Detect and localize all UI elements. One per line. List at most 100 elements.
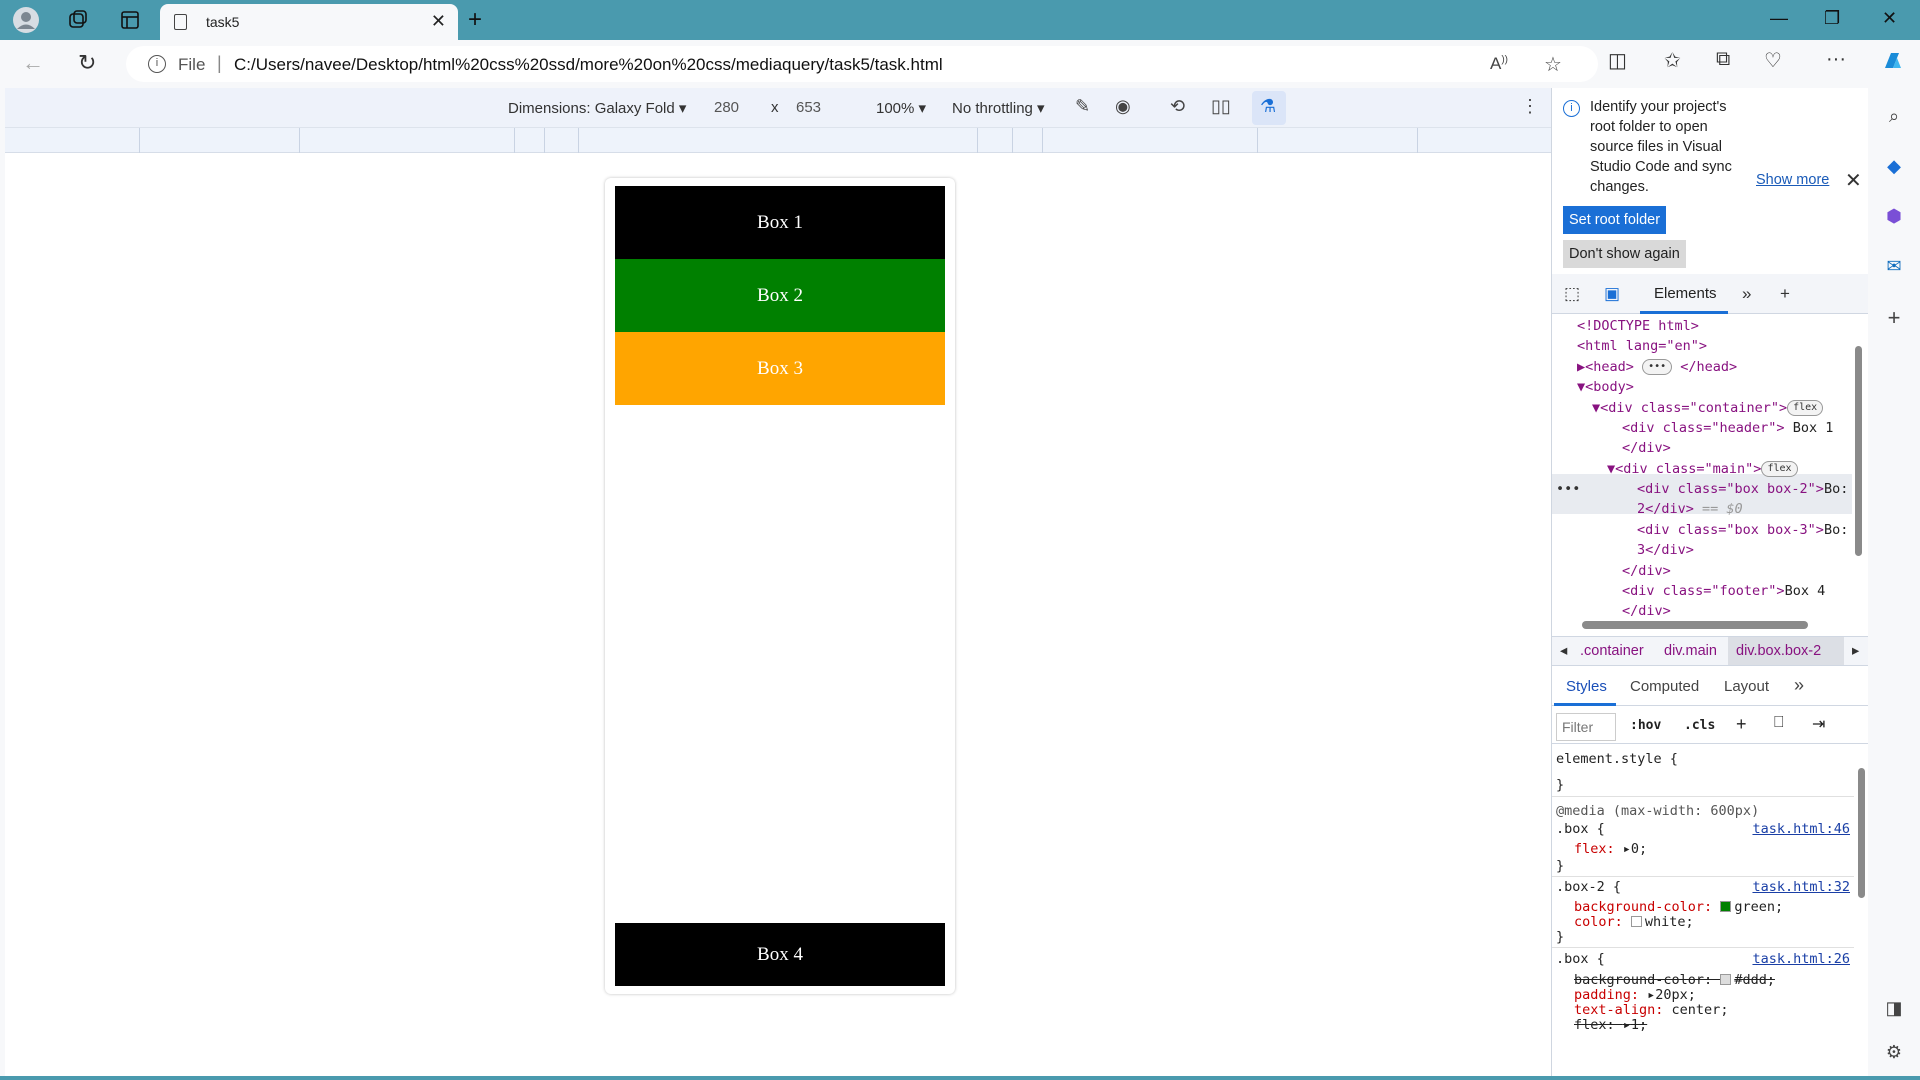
m365-icon[interactable]: ⬢: [1882, 204, 1906, 228]
throttling-dropdown[interactable]: No throttling ▾: [952, 99, 1045, 117]
color-swatch[interactable]: [1720, 901, 1732, 912]
rule-selector[interactable]: .box {: [1556, 950, 1605, 968]
copilot-icon[interactable]: [1880, 48, 1906, 80]
tab-close-icon[interactable]: ✕: [431, 11, 446, 32]
more-panes-icon[interactable]: »: [1794, 675, 1804, 696]
toggle-sidebar-icon[interactable]: ⇥: [1812, 714, 1825, 734]
refresh-icon[interactable]: ↻: [78, 50, 96, 76]
dom-line[interactable]: <html lang="en">: [1577, 336, 1707, 356]
split-screen-icon[interactable]: ◫: [1608, 48, 1627, 73]
browser-essentials-icon[interactable]: ♡: [1764, 48, 1782, 73]
dom-line-selected[interactable]: 2</div> == $0: [1637, 499, 1743, 519]
rotate-icon[interactable]: ⟲: [1170, 96, 1185, 117]
browser-tab[interactable]: task5 ✕: [160, 4, 458, 40]
paint-icon[interactable]: ⎕: [1774, 714, 1784, 732]
source-link[interactable]: task.html:46: [1752, 820, 1850, 838]
info-icon[interactable]: i: [148, 55, 166, 73]
dont-show-again-button[interactable]: Don't show again: [1563, 240, 1686, 268]
settings-gear-icon[interactable]: ⚙: [1882, 1040, 1906, 1064]
favorites-icon[interactable]: ✩: [1664, 48, 1681, 73]
read-aloud-icon[interactable]: A)): [1490, 54, 1508, 74]
dom-line-selected[interactable]: <div class="box box-2">Bo:: [1637, 479, 1848, 499]
dom-line[interactable]: </div>: [1622, 438, 1671, 458]
dom-scrollbar-vertical[interactable]: [1853, 316, 1863, 608]
back-icon[interactable]: ←: [22, 50, 44, 76]
width-input[interactable]: 280: [714, 99, 739, 116]
height-input[interactable]: 653: [796, 99, 821, 116]
style-declaration[interactable]: flex: ▸1;: [1574, 1016, 1647, 1034]
new-rule-icon[interactable]: +: [1736, 714, 1747, 735]
omnibox[interactable]: i File | C:/Users/navee/Desktop/html%20c…: [126, 46, 1598, 82]
tab-layout[interactable]: Layout: [1724, 678, 1769, 695]
url-text[interactable]: C:/Users/navee/Desktop/html%20css%20ssd/…: [234, 55, 943, 75]
vertical-tabs-icon[interactable]: [116, 6, 144, 34]
banner-close-icon[interactable]: ✕: [1845, 168, 1862, 193]
dom-line[interactable]: <!DOCTYPE html>: [1577, 316, 1699, 336]
dom-line[interactable]: <div class="footer">Box 4: [1622, 581, 1825, 601]
source-link[interactable]: task.html:26: [1752, 950, 1850, 968]
crumb-main[interactable]: div.main: [1664, 643, 1717, 659]
flex-badge[interactable]: flex: [1761, 461, 1798, 477]
shopping-icon[interactable]: ◆: [1882, 154, 1906, 178]
cls-toggle[interactable]: .cls: [1684, 718, 1715, 733]
vision-deficiency-icon[interactable]: ◉: [1115, 96, 1131, 117]
dom-line[interactable]: ▶<head> ••• </head>: [1577, 357, 1737, 377]
style-declaration[interactable]: flex: ▸0;: [1574, 840, 1647, 858]
dom-line[interactable]: <div class="box box-3">Bo:: [1637, 520, 1848, 540]
element-style[interactable]: element.style {: [1556, 750, 1678, 768]
set-root-folder-button[interactable]: Set root folder: [1563, 206, 1667, 234]
eyedropper-icon[interactable]: ✎: [1075, 96, 1090, 117]
close-window-icon[interactable]: ✕: [1882, 8, 1897, 29]
add-tab-icon[interactable]: +: [1780, 284, 1790, 304]
dom-line[interactable]: ▼<div class="container"> flex: [1592, 398, 1824, 418]
dom-scrollbar-horizontal[interactable]: [1562, 620, 1852, 630]
crumb-right-icon[interactable]: ▸: [1852, 643, 1859, 659]
favorite-star-icon[interactable]: ☆: [1544, 52, 1562, 77]
add-sidebar-app-icon[interactable]: +: [1882, 306, 1906, 330]
zoom-dropdown[interactable]: 100% ▾: [876, 99, 926, 117]
outlook-icon[interactable]: ✉: [1882, 254, 1906, 278]
rule-selector[interactable]: .box-2 {: [1556, 878, 1621, 896]
tab-computed[interactable]: Computed: [1630, 678, 1699, 695]
collections-icon[interactable]: ⧉: [1716, 48, 1730, 71]
hide-sidebar-icon[interactable]: ◨: [1882, 996, 1906, 1020]
rule-selector[interactable]: .box {: [1556, 820, 1605, 838]
dom-line[interactable]: ▼<div class="main"> flex: [1607, 459, 1798, 479]
crumb-container[interactable]: .container: [1580, 643, 1644, 659]
media-query-ruler[interactable]: [5, 128, 1551, 153]
tab-styles[interactable]: Styles: [1566, 678, 1607, 695]
crumb-box-2[interactable]: div.box.box-2: [1736, 643, 1821, 659]
dom-ellipsis[interactable]: •••: [1556, 479, 1580, 499]
tab-elements[interactable]: Elements: [1654, 285, 1717, 302]
dual-screen-icon[interactable]: ▯▯: [1211, 96, 1231, 117]
inspect-icon[interactable]: ⬚: [1564, 284, 1580, 304]
source-link[interactable]: task.html:32: [1752, 878, 1850, 896]
dom-line[interactable]: ▼<body>: [1577, 377, 1634, 397]
dom-line[interactable]: 3</div>: [1637, 540, 1694, 560]
filter-input[interactable]: Filter: [1556, 713, 1616, 741]
workspaces-icon[interactable]: [64, 6, 92, 34]
new-tab-button[interactable]: +: [468, 6, 482, 34]
styles-scrollbar[interactable]: [1856, 748, 1866, 1078]
more-menu-icon[interactable]: ···: [1826, 48, 1846, 71]
color-swatch[interactable]: [1720, 974, 1732, 985]
ellipsis-badge[interactable]: •••: [1642, 359, 1673, 375]
restore-icon[interactable]: ❐: [1824, 8, 1840, 29]
search-icon[interactable]: ⌕: [1882, 104, 1906, 128]
hov-toggle[interactable]: :hov: [1630, 718, 1661, 733]
device-toggle-icon[interactable]: ▣: [1604, 284, 1620, 304]
flask-icon[interactable]: ⚗: [1260, 96, 1276, 117]
minimize-icon[interactable]: —: [1770, 8, 1788, 29]
dom-line[interactable]: </div>: [1622, 601, 1671, 616]
flex-badge[interactable]: flex: [1787, 400, 1824, 416]
device-more-icon[interactable]: ⋮: [1521, 96, 1539, 117]
dom-line[interactable]: </div>: [1622, 561, 1671, 581]
profile-icon[interactable]: [12, 6, 40, 34]
more-tabs-icon[interactable]: »: [1742, 284, 1751, 304]
show-more-link[interactable]: Show more: [1756, 172, 1829, 188]
dom-line[interactable]: <div class="header"> Box 1: [1622, 418, 1833, 438]
crumb-left-icon[interactable]: ◂: [1560, 643, 1567, 659]
style-declaration[interactable]: color: white;: [1574, 913, 1694, 931]
dimensions-dropdown[interactable]: Dimensions: Galaxy Fold ▾: [508, 99, 686, 117]
color-swatch[interactable]: [1630, 916, 1642, 927]
